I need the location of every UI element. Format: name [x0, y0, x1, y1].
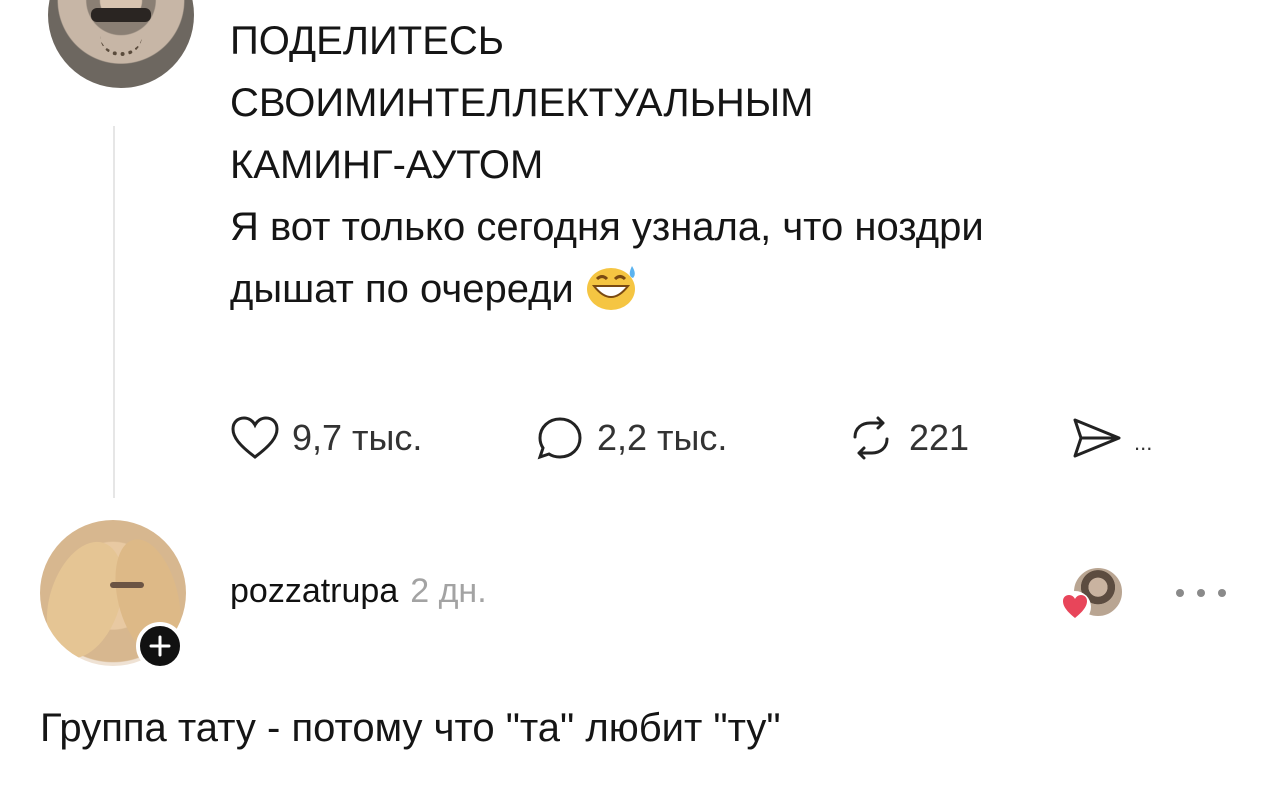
- plus-icon: [149, 635, 171, 657]
- comment-username[interactable]: pozzatrupa: [230, 572, 398, 611]
- share-more-dots: ...: [1134, 430, 1153, 455]
- avatar-necklace-detail: [100, 36, 142, 56]
- send-icon: [1073, 418, 1121, 458]
- post-line-3: КАМИНГ-АУТОМ: [230, 143, 544, 187]
- share-button[interactable]: ...: [1070, 410, 1152, 466]
- post-actions-bar: 9,7 тыс. 2,2 тыс. 221 ...: [230, 410, 1190, 466]
- like-count: 9,7 тыс.: [292, 417, 423, 458]
- repost-count: 221: [909, 417, 970, 458]
- thread-screen: ПОДЕЛИТЕСЬ СВОИМИНТЕЛЛЕКТУАЛЬНЫМ КАМИНГ-…: [0, 0, 1280, 805]
- post-line-4: Я вот только сегодня узнала, что ноздри: [230, 205, 984, 249]
- comment-count: 2,2 тыс.: [597, 417, 728, 458]
- thread-connector-line: [113, 126, 115, 498]
- liked-by-author-indicator: [1058, 566, 1128, 626]
- heart-icon: [231, 416, 279, 459]
- repost-button[interactable]: 221: [845, 410, 969, 466]
- more-dot-icon: [1197, 589, 1205, 597]
- comment-button[interactable]: 2,2 тыс.: [535, 410, 727, 466]
- heart-badge-icon: [1059, 591, 1091, 623]
- avatar-eye-detail: [110, 582, 144, 588]
- post-line-5-wrap: дышат по очереди: [230, 258, 1230, 320]
- post-body: ПОДЕЛИТЕСЬ СВОИМИНТЕЛЛЕКТУАЛЬНЫМ КАМИНГ-…: [230, 10, 1230, 320]
- post-author-avatar[interactable]: [48, 0, 194, 88]
- comment-timestamp: 2 дн.: [410, 572, 487, 610]
- like-button[interactable]: 9,7 тыс.: [230, 410, 422, 466]
- comment-more-button[interactable]: [1176, 578, 1226, 608]
- post-line-2: СВОИМИНТЕЛЛЕКТУАЛЬНЫМ: [230, 81, 814, 125]
- follow-button[interactable]: [136, 622, 184, 670]
- comment-body: Группа тату - потому что "та" любит "ту": [40, 706, 781, 750]
- post-line-1: ПОДЕЛИТЕСЬ: [230, 19, 505, 63]
- grinning-sweat-emoji-icon: [586, 266, 635, 310]
- repost-icon: [853, 416, 889, 460]
- more-dot-icon: [1176, 589, 1184, 597]
- avatar-mask-detail: [91, 8, 151, 22]
- comment-bubble-icon: [537, 417, 582, 460]
- post-line-5: дышат по очереди: [230, 267, 574, 311]
- more-dot-icon: [1218, 589, 1226, 597]
- comment-header: pozzatrupa 2 дн.: [230, 572, 487, 620]
